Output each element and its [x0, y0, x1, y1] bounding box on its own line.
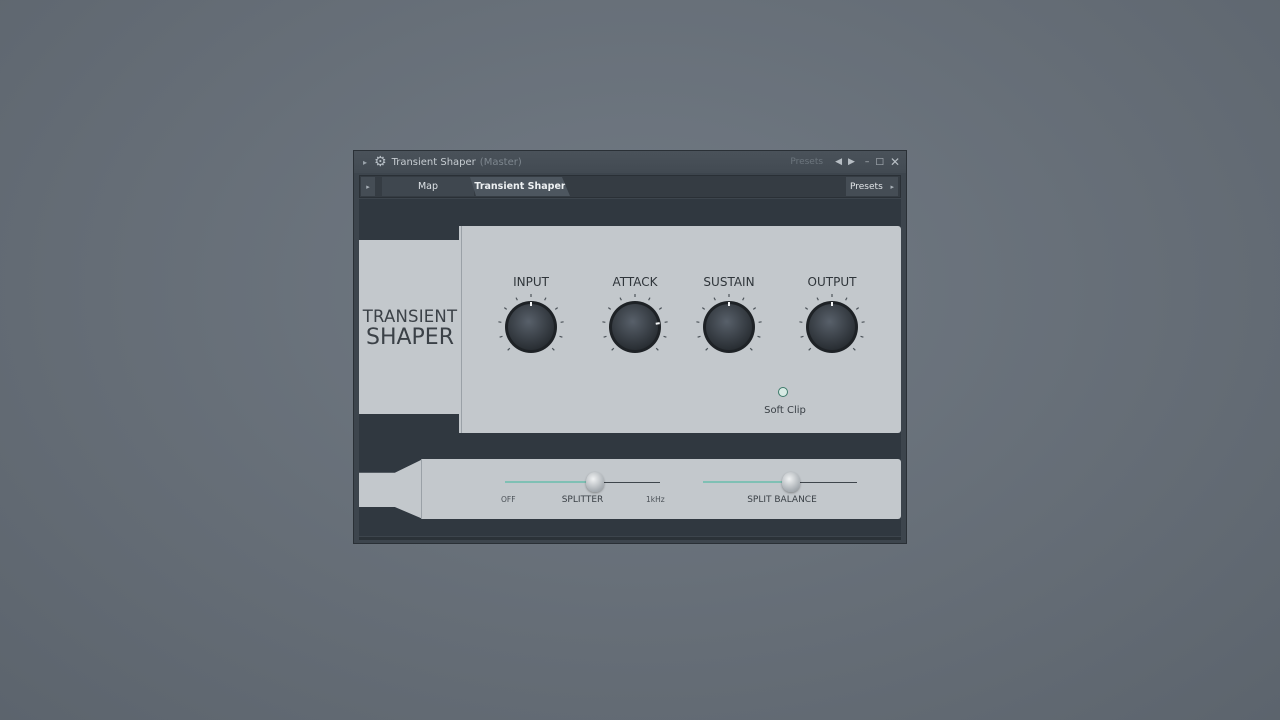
next-preset-icon[interactable]: ▶ — [848, 157, 855, 167]
presets-arrow-icon: ▸ — [890, 182, 894, 191]
knob-tick — [697, 335, 701, 338]
knob-tick — [607, 307, 612, 310]
soft-clip-label: Soft Clip — [764, 405, 806, 416]
lower-brand-plate — [359, 459, 423, 519]
knob-sustain: SUSTAIN — [689, 275, 769, 363]
knob-attack: ATTACK — [595, 275, 675, 363]
knob-tick — [544, 297, 547, 301]
knob-tick — [648, 297, 651, 301]
knob-control-attack[interactable] — [595, 291, 675, 363]
knob-tick — [619, 297, 622, 301]
presets-button[interactable]: Presets ▸ — [846, 177, 898, 196]
knob-tick — [551, 347, 555, 351]
window-subtitle: (Master) — [479, 156, 522, 168]
knob-tick — [559, 335, 563, 338]
knob-body — [809, 304, 855, 350]
title-bar[interactable]: ▸ ⚙ Transient Shaper (Master) Presets ◀ … — [354, 151, 906, 173]
presets-label: Presets — [850, 181, 883, 192]
soft-clip-toggle[interactable] — [778, 387, 788, 397]
maximize-icon[interactable]: □ — [875, 157, 884, 167]
knob-tick — [713, 297, 716, 301]
knob-tick — [742, 297, 745, 301]
splitter-max-label: 1kHz — [646, 495, 665, 504]
bottom-strip — [359, 537, 901, 540]
knob-control-output[interactable] — [792, 291, 872, 363]
splitter-min-label: OFF — [501, 495, 516, 504]
split-balance-fill — [703, 481, 791, 483]
knob-tick — [749, 347, 753, 351]
knob-tick — [800, 335, 804, 338]
knob-control-input[interactable] — [491, 291, 571, 363]
collapse-arrow-icon[interactable]: ▸ — [363, 158, 367, 167]
knob-label-sustain: SUSTAIN — [703, 275, 755, 289]
minimize-icon[interactable]: – — [865, 157, 870, 167]
splitter-handle[interactable] — [585, 472, 604, 492]
knob-tick — [503, 307, 508, 310]
knob-tick — [845, 297, 848, 301]
split-balance-handle[interactable] — [781, 472, 800, 492]
gear-icon[interactable]: ⚙ — [374, 155, 387, 169]
window-title: Transient Shaper — [391, 156, 476, 168]
knob-body — [508, 304, 554, 350]
tab-bar: ▸ Map Transient Shaper Presets ▸ — [359, 175, 901, 198]
brand-line2: SHAPER — [365, 324, 454, 350]
tab-arrow-icon[interactable]: ▸ — [361, 177, 375, 196]
brand-line1: TRANSIENT — [362, 307, 458, 326]
title-controls: Presets ◀ ▶ – □ ✕ — [790, 151, 900, 173]
knob-input: INPUT — [491, 275, 571, 363]
knob-tick — [757, 335, 761, 338]
close-icon[interactable]: ✕ — [890, 155, 900, 169]
knob-tick — [499, 335, 503, 338]
knob-label-input: INPUT — [513, 275, 549, 289]
knob-tick — [515, 297, 518, 301]
knob-body — [706, 304, 752, 350]
split-balance-slider[interactable] — [703, 472, 857, 492]
knob-tick — [611, 347, 615, 351]
split-balance-label: SPLIT BALANCE — [747, 495, 817, 505]
knob-tick — [554, 307, 559, 310]
knob-tick — [860, 335, 864, 338]
knob-output: OUTPUT — [792, 275, 872, 363]
knob-tick — [701, 307, 706, 310]
tab-map[interactable]: Map — [382, 177, 474, 196]
knob-tick — [752, 307, 757, 310]
knob-control-sustain[interactable] — [689, 291, 769, 363]
knob-tick — [816, 297, 819, 301]
knob-indicator — [655, 322, 660, 325]
knob-body — [612, 304, 658, 350]
knob-tick — [808, 347, 812, 351]
title-presets-label[interactable]: Presets — [790, 157, 823, 167]
knob-tick — [804, 307, 809, 310]
splitter-fill — [505, 481, 595, 483]
lower-divider — [421, 459, 422, 519]
tab-transient-shaper[interactable]: Transient Shaper — [470, 177, 570, 196]
knob-label-output: OUTPUT — [807, 275, 857, 289]
knob-tick — [507, 347, 511, 351]
knob-tick — [663, 335, 667, 338]
plugin-window: ▸ ⚙ Transient Shaper (Master) Presets ◀ … — [353, 150, 907, 544]
lower-panel — [421, 459, 901, 519]
knob-tick — [855, 307, 860, 310]
prev-preset-icon[interactable]: ◀ — [835, 157, 842, 167]
knob-tick — [658, 307, 663, 310]
knob-tick — [852, 347, 856, 351]
panel-divider — [461, 226, 462, 433]
knob-tick — [655, 347, 659, 351]
plugin-content: TRANSIENT SHAPER INPUT ATTACK SUSTAIN OU… — [359, 199, 901, 536]
knob-label-attack: ATTACK — [612, 275, 658, 289]
splitter-slider[interactable] — [505, 472, 660, 492]
knob-tick — [705, 347, 709, 351]
knob-tick — [603, 335, 607, 338]
splitter-label: SPLITTER — [561, 495, 604, 505]
brand-logo: TRANSIENT SHAPER — [359, 307, 461, 350]
